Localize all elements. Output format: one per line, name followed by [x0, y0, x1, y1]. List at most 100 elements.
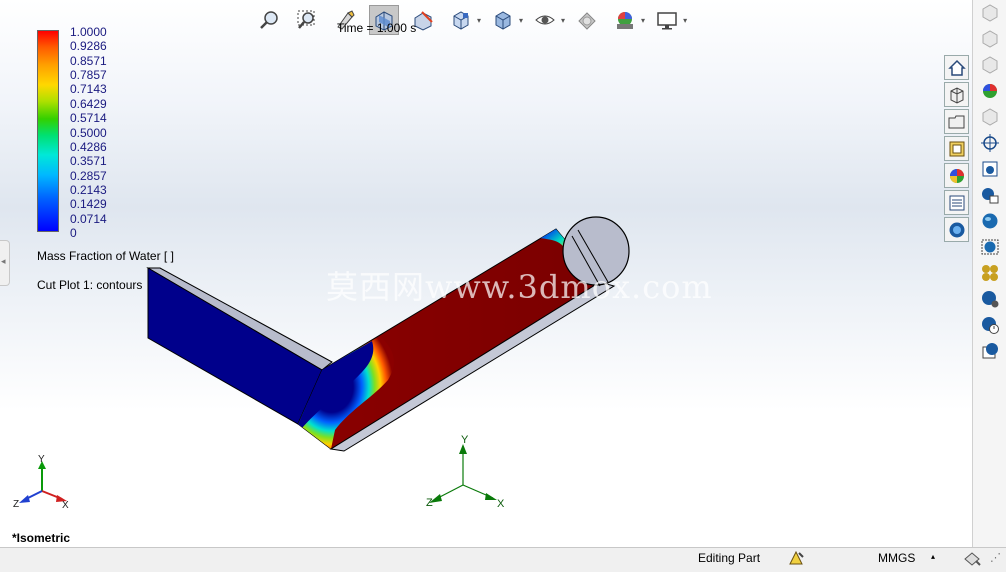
- task-pane-item-7[interactable]: [973, 156, 1006, 182]
- task-pane-item-6[interactable]: [973, 130, 1006, 156]
- legend-tick: 1.0000: [70, 25, 107, 39]
- legend-colorbar: [37, 30, 59, 232]
- zoom-fit-icon: [260, 11, 278, 29]
- legend-tick: 0.5000: [70, 125, 107, 140]
- view-orientation-dropdown-icon[interactable]: ▾: [477, 16, 481, 25]
- cube-icon: [982, 4, 998, 22]
- editing-status: Editing Part: [698, 551, 761, 565]
- triad-z-label: Z: [426, 497, 433, 509]
- legend-tick: 0.9286: [70, 39, 107, 54]
- globe-icon: [982, 213, 998, 229]
- edit-appearance-button[interactable]: [573, 6, 601, 34]
- zoom-area-icon: [297, 10, 315, 29]
- corner-triad-y-label: Y: [38, 454, 45, 465]
- corner-triad-x-label: X: [62, 500, 69, 511]
- property-list-tab[interactable]: [944, 190, 969, 215]
- display-style-dropdown-icon[interactable]: ▾: [519, 16, 523, 25]
- graphics-area[interactable]: ▾ ▾ ▾ ▾ ▾ Time = 1.000 s 1.0000 0.9286 0…: [0, 0, 972, 547]
- legend-tick: 0.1429: [70, 197, 107, 212]
- appearance-icon: [983, 84, 997, 98]
- design-library-icon: [949, 141, 964, 156]
- rebuild-icon: [789, 550, 804, 565]
- legend-title: Mass Fraction of Water [ ]: [37, 249, 174, 263]
- status-bar: Editing Part MMGS ▴ ⋰: [0, 547, 1006, 572]
- legend-tick: 0: [70, 226, 77, 240]
- reference-triad-center: Y X Z: [426, 434, 505, 510]
- task-pane-item-4[interactable]: [973, 78, 1006, 104]
- view-orientation-name: *Isometric: [12, 531, 71, 545]
- cube-icon: [982, 30, 998, 48]
- task-pane-item-3[interactable]: [973, 52, 1006, 78]
- customize-button[interactable]: [962, 549, 982, 570]
- legend-tick: 0.2857: [70, 168, 107, 183]
- task-pane-item-12[interactable]: [973, 286, 1006, 312]
- legend-tick: 0.7857: [70, 68, 107, 83]
- triad-x-label: X: [497, 498, 505, 510]
- apply-scene-dropdown-icon[interactable]: ▾: [641, 16, 645, 25]
- task-pane-item-1[interactable]: [973, 0, 1006, 26]
- time-label: Time = 1.000 s: [337, 21, 417, 35]
- target-icon: [981, 134, 999, 152]
- flow-simulation-icon: [949, 222, 964, 237]
- legend-tick: 0.8571: [70, 53, 107, 68]
- camera-settings-icon: [982, 188, 999, 204]
- camera-icon: [982, 161, 998, 177]
- rebuild-button[interactable]: [787, 549, 805, 570]
- task-pane-item-5[interactable]: [973, 104, 1006, 130]
- legend-tick: 0.4286: [70, 139, 107, 154]
- legend-tick: 0.0714: [70, 211, 107, 226]
- display-style-button[interactable]: [489, 6, 517, 34]
- unit-system-dropdown-icon[interactable]: ▴: [931, 552, 935, 561]
- zoom-to-fit-button[interactable]: [255, 6, 283, 34]
- cube-icon: [982, 56, 998, 74]
- view-settings-button[interactable]: [653, 6, 681, 34]
- eye-icon: [535, 15, 555, 25]
- heads-up-view-toolbar: ▾ ▾ ▾ ▾ ▾: [255, 4, 695, 36]
- cube-icon: [982, 108, 998, 126]
- customize-icon: [964, 552, 981, 566]
- triad-y-label: Y: [461, 434, 469, 446]
- view-settings-dropdown-icon[interactable]: ▾: [683, 16, 687, 25]
- legend-tick: 0.5714: [70, 111, 107, 126]
- view-orientation-cube-icon: [453, 11, 469, 30]
- unit-system[interactable]: MMGS: [878, 551, 915, 565]
- apply-scene-button[interactable]: [611, 6, 639, 34]
- legend-tick: 0.2143: [70, 182, 107, 197]
- task-pane-item-13[interactable]: [973, 312, 1006, 338]
- monitor-icon: [657, 12, 677, 30]
- task-pane-item-14[interactable]: [973, 338, 1006, 364]
- corner-triad-z-label: Z: [13, 499, 19, 510]
- legend-tick: 0.3571: [70, 154, 107, 169]
- display-style-icon: [495, 11, 511, 30]
- flow-simulation-tab[interactable]: [944, 217, 969, 242]
- folder-icon: [948, 115, 964, 128]
- folder-tab[interactable]: [944, 109, 969, 134]
- save-globe-icon: [982, 343, 998, 359]
- parts-tab[interactable]: [944, 82, 969, 107]
- resize-grip-icon[interactable]: ⋰: [990, 551, 1001, 564]
- clock-globe-icon: [982, 317, 999, 334]
- display-manager-tabs: [944, 55, 969, 244]
- cut-plot-label: Cut Plot 1: contours: [37, 278, 143, 292]
- zoom-to-area-button[interactable]: [293, 6, 321, 34]
- task-pane-item-8[interactable]: [973, 182, 1006, 208]
- task-pane-tabs: [972, 0, 1006, 547]
- task-pane-item-2[interactable]: [973, 26, 1006, 52]
- watermark-text: 莫西网www.3dmox.com: [326, 268, 713, 306]
- home-tab[interactable]: [944, 55, 969, 80]
- hide-show-dropdown-icon[interactable]: ▾: [561, 16, 565, 25]
- task-pane-item-10[interactable]: [973, 234, 1006, 260]
- cluster-icon: [982, 265, 998, 281]
- appearance-tab[interactable]: [944, 163, 969, 188]
- task-pane-item-9[interactable]: [973, 208, 1006, 234]
- task-pane-item-11[interactable]: [973, 260, 1006, 286]
- view-orientation-button[interactable]: [447, 6, 475, 34]
- legend-tick: 0.7143: [70, 82, 107, 97]
- legend-tick: 0.6429: [70, 96, 107, 111]
- hide-show-items-button[interactable]: [531, 6, 559, 34]
- gear-globe-icon: [982, 291, 999, 308]
- feature-manager-toggle[interactable]: ◂: [0, 240, 10, 286]
- appearance-icon: [949, 168, 964, 183]
- design-library-tab[interactable]: [944, 136, 969, 161]
- scene-icon: [617, 12, 634, 29]
